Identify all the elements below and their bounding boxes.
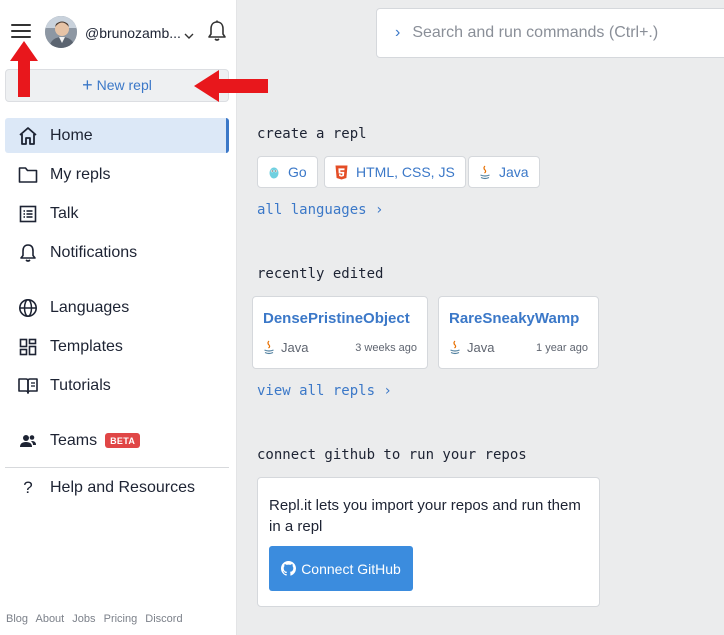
- repl-language: Java: [263, 340, 308, 355]
- sidebar-item-languages[interactable]: Languages: [5, 290, 229, 325]
- language-chip-java[interactable]: Java: [468, 156, 540, 188]
- footer-link-jobs[interactable]: Jobs: [72, 613, 95, 625]
- command-search-input[interactable]: › Search and run commands (Ctrl+.): [376, 8, 724, 58]
- beta-badge: BETA: [105, 433, 141, 448]
- new-repl-label: New repl: [96, 77, 152, 93]
- footer-link-about[interactable]: About: [35, 613, 64, 625]
- sidebar-item-label: My repls: [50, 165, 111, 183]
- sidebar-item-label: Talk: [50, 204, 79, 222]
- repl-language-label: Java: [467, 340, 495, 355]
- language-chip-html[interactable]: HTML, CSS, JS: [324, 156, 466, 188]
- sidebar-item-talk[interactable]: Talk: [5, 196, 229, 231]
- home-icon: [17, 125, 39, 147]
- java-icon: [449, 340, 461, 355]
- repl-edited-time: 1 year ago: [536, 342, 588, 354]
- sidebar-divider: [5, 467, 229, 468]
- sidebar-item-label: Teams: [50, 431, 98, 449]
- notifications-bell-icon[interactable]: [207, 20, 227, 47]
- recently-edited-heading: recently edited: [257, 266, 384, 282]
- sidebar-item-label: Tutorials: [50, 376, 111, 394]
- repl-card-densepristineobject[interactable]: DensePristineObject Java 3 weeks ago: [252, 296, 428, 369]
- repl-card-raresneakywamp[interactable]: RareSneakyWamp Java 1 year ago: [438, 296, 599, 369]
- sidebar-item-label: Languages: [50, 298, 130, 316]
- book-icon: [17, 375, 39, 397]
- question-icon: ?: [23, 477, 33, 497]
- language-chip-label: Java: [499, 164, 529, 180]
- avatar[interactable]: [45, 16, 77, 48]
- templates-icon: [17, 336, 39, 358]
- connect-github-label: Connect GitHub: [301, 560, 401, 577]
- sidebar-item-notifications[interactable]: Notifications: [5, 235, 229, 270]
- sidebar-item-help[interactable]: ? Help and Resources: [5, 470, 229, 505]
- repl-language: Java: [449, 340, 494, 355]
- connect-github-button[interactable]: Connect GitHub: [269, 546, 413, 591]
- plus-icon: +: [82, 75, 93, 95]
- repl-name: RareSneakyWamp: [449, 310, 580, 327]
- repl-name: DensePristineObject: [263, 310, 410, 327]
- java-icon: [479, 165, 491, 180]
- sidebar-item-label: Notifications: [50, 243, 138, 261]
- connect-github-panel: Repl.it lets you import your repos and r…: [257, 477, 600, 607]
- hamburger-menu-icon[interactable]: [11, 24, 31, 40]
- search-placeholder: Search and run commands (Ctrl+.): [412, 24, 659, 41]
- view-all-repls-link[interactable]: view all repls ›: [257, 383, 392, 399]
- footer-link-pricing[interactable]: Pricing: [104, 613, 138, 625]
- sidebar-header: @brunozamb...: [0, 0, 237, 62]
- connect-github-description: Repl.it lets you import your repos and r…: [269, 497, 581, 535]
- sidebar-item-home[interactable]: Home: [5, 118, 229, 153]
- sidebar: @brunozamb... + New repl Home My repls Ta…: [0, 0, 237, 635]
- sidebar-item-templates[interactable]: Templates: [5, 329, 229, 364]
- github-icon: [281, 561, 297, 576]
- sidebar-item-label: Templates: [50, 337, 123, 355]
- connect-github-heading: connect github to run your repos: [257, 447, 527, 463]
- footer-link-blog[interactable]: Blog: [6, 613, 28, 625]
- sidebar-item-label: Home: [50, 126, 93, 144]
- bell-icon: [17, 242, 39, 264]
- footer-link-discord[interactable]: Discord: [145, 613, 182, 625]
- team-icon: [17, 430, 39, 452]
- language-chip-label: HTML, CSS, JS: [356, 164, 455, 180]
- repl-edited-time: 3 weeks ago: [355, 342, 417, 354]
- all-languages-link[interactable]: all languages ›: [257, 202, 383, 218]
- chevron-right-icon: ›: [395, 24, 401, 41]
- repl-language-label: Java: [281, 340, 309, 355]
- folder-icon: [17, 164, 39, 186]
- sidebar-item-my-repls[interactable]: My repls: [5, 157, 229, 192]
- go-icon: [268, 165, 280, 179]
- talk-icon: [17, 203, 39, 225]
- chevron-down-icon[interactable]: [184, 27, 194, 45]
- sidebar-item-label: Help and Resources: [50, 478, 195, 496]
- globe-icon: [17, 297, 39, 319]
- sidebar-item-teams[interactable]: Teams BETA: [5, 423, 229, 458]
- sidebar-footer: Blog About Jobs Pricing Discord: [6, 613, 188, 625]
- html5-icon: [335, 165, 348, 180]
- language-chip-go[interactable]: Go: [257, 156, 318, 188]
- create-repl-heading: create a repl: [257, 126, 367, 142]
- new-repl-button[interactable]: + New repl: [5, 69, 229, 102]
- language-chip-label: Go: [288, 164, 307, 180]
- username[interactable]: @brunozamb...: [85, 25, 181, 41]
- java-icon: [263, 340, 275, 355]
- sidebar-item-tutorials[interactable]: Tutorials: [5, 368, 229, 403]
